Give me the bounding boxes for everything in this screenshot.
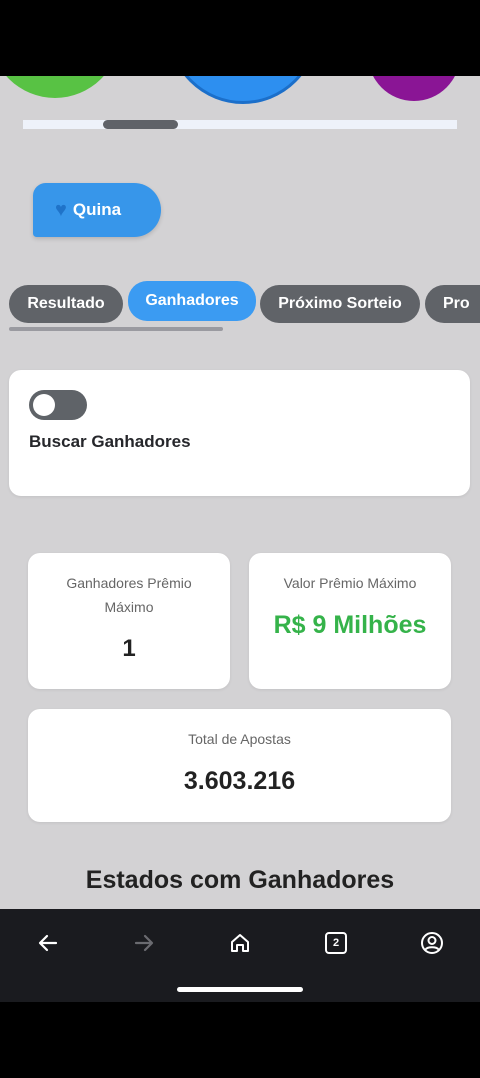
tab-scroll-indicator (9, 327, 223, 331)
stat-title-line2: Máximo (104, 599, 154, 615)
lottery-ball-green[interactable] (0, 76, 120, 98)
tab-partial[interactable]: Pro (425, 285, 480, 323)
lottery-ball-purple[interactable] (368, 76, 460, 101)
max-prize-value-card: Valor Prêmio Máximo R$ 9 Milhões (249, 553, 451, 689)
stat-title: Valor Prêmio Máximo (283, 575, 417, 591)
tabs-icon[interactable]: 2 (318, 927, 354, 959)
forward-arrow-icon[interactable] (126, 927, 162, 959)
bottom-black-area (0, 1002, 480, 1078)
stat-title-line1: Ganhadores Prêmio (66, 575, 192, 591)
tab-label: Pro (443, 295, 470, 312)
carousel-scroll-track (23, 120, 457, 129)
total-bets-card: Total de Apostas 3.603.216 (28, 709, 451, 822)
tab-label: Ganhadores (145, 292, 239, 309)
search-winners-card: Buscar Ganhadores (9, 370, 470, 496)
back-arrow-icon[interactable] (30, 927, 66, 959)
blue-heart-icon: ♥ (55, 199, 67, 221)
max-prize-value: R$ 9 Milhões (273, 611, 427, 639)
stat-title: Total de Apostas (188, 731, 291, 747)
home-icon[interactable] (222, 927, 258, 959)
tab-label: Próximo Sorteio (278, 295, 402, 312)
tabs-count: 2 (332, 937, 340, 949)
lottery-chip-label: Quina (72, 200, 122, 219)
tab-resultado[interactable]: Resultado (9, 285, 123, 323)
lottery-chip-quina[interactable]: ♥ Quina (33, 183, 161, 237)
max-prize-winners-value: 1 (122, 635, 136, 662)
search-winners-toggle[interactable] (29, 390, 87, 420)
carousel-scroll-thumb[interactable] (103, 120, 178, 129)
tab-proximo-sorteio[interactable]: Próximo Sorteio (260, 285, 420, 323)
account-icon[interactable] (414, 927, 450, 959)
max-prize-winners-card: Ganhadores Prêmio Máximo 1 (28, 553, 230, 689)
total-bets-value: 3.603.216 (183, 767, 296, 795)
section-title: Estados com Ganhadores (85, 866, 395, 894)
home-indicator[interactable] (177, 987, 303, 992)
search-winners-label: Buscar Ganhadores (29, 432, 191, 451)
toggle-knob (33, 394, 55, 416)
app-content: ♥ Quina Resultado Ganhadores Próximo Sor… (0, 76, 480, 909)
tab-bar: Resultado Ganhadores Próximo Sorteio Pro (9, 281, 480, 323)
tab-ganhadores[interactable]: Ganhadores (128, 281, 256, 321)
browser-navbar: 2 (0, 909, 480, 1002)
lottery-ball-blue[interactable] (168, 76, 318, 104)
tab-label: Resultado (27, 295, 105, 312)
status-bar-area (0, 0, 480, 76)
